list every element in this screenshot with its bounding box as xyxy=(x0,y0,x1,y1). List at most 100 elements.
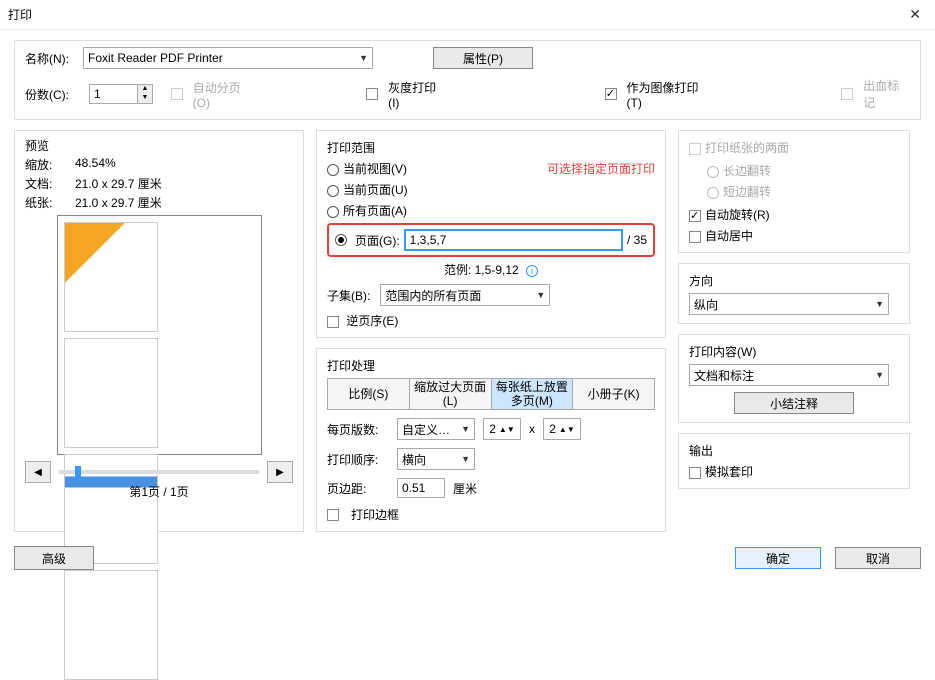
margin-input[interactable] xyxy=(397,478,445,498)
tab-scale[interactable]: 比例(S) xyxy=(328,379,410,409)
subset-label: 子集(B): xyxy=(327,287,370,304)
x-label: x xyxy=(529,422,535,436)
output-title: 输出 xyxy=(689,442,899,459)
preview-canvas xyxy=(57,215,262,455)
zoom-label: 缩放: xyxy=(25,156,65,173)
simulate-overprint-checkbox[interactable] xyxy=(689,467,701,479)
short-edge-radio xyxy=(707,187,719,199)
example-label: 范例: 1,5-9,12 xyxy=(444,263,519,277)
chevron-down-icon: ▼ xyxy=(461,454,470,464)
simulate-overprint-label: 模拟套印 xyxy=(705,465,753,479)
tab-large[interactable]: 缩放过大页面(L) xyxy=(410,379,492,409)
collate-label: 自动分页(O) xyxy=(193,79,257,110)
bleed-label: 出血标记 xyxy=(863,77,910,111)
page-slider[interactable] xyxy=(59,470,259,474)
preview-title: 预览 xyxy=(25,137,293,154)
ok-button[interactable]: 确定 xyxy=(735,547,821,569)
long-edge-radio xyxy=(707,166,719,178)
bleed-checkbox xyxy=(841,88,853,100)
printer-select[interactable]: Foxit Reader PDF Printer ▼ xyxy=(83,47,373,69)
copies-spinner[interactable]: ▲▼ xyxy=(89,84,153,104)
name-label: 名称(N): xyxy=(25,50,83,67)
duplex-panel: 打印纸张的两面 长边翻转 短边翻转 自动旋转(R) 自动居中 xyxy=(678,130,910,253)
duplex-checkbox xyxy=(689,143,701,155)
preview-page xyxy=(64,338,158,448)
pages-radio[interactable] xyxy=(335,234,347,246)
chevron-down-icon: ▼ xyxy=(536,290,545,300)
all-pages-radio[interactable] xyxy=(327,206,339,218)
current-view-label: 当前视图(V) xyxy=(343,162,407,176)
properties-button[interactable]: 属性(P) xyxy=(433,47,533,69)
content-title: 打印内容(W) xyxy=(689,343,899,360)
doc-label: 文档: xyxy=(25,175,65,192)
reverse-checkbox[interactable] xyxy=(327,316,339,328)
summarize-comments-button[interactable]: 小结注释 xyxy=(734,392,854,414)
page-count: 第1页 / 1页 xyxy=(25,483,293,500)
zoom-value: 48.54% xyxy=(75,156,116,173)
reverse-label: 逆页序(E) xyxy=(346,314,398,328)
as-image-label: 作为图像打印(T) xyxy=(627,79,712,110)
current-page-radio[interactable] xyxy=(327,185,339,197)
margin-label: 页边距: xyxy=(327,480,389,497)
current-page-label: 当前页面(U) xyxy=(343,183,408,197)
pages-note: 可选择指定页面打印 xyxy=(547,160,655,177)
range-title: 打印范围 xyxy=(327,139,655,156)
autocenter-checkbox[interactable] xyxy=(689,231,701,243)
custom-value: 自定义… xyxy=(402,421,450,438)
window-title: 打印 xyxy=(8,6,32,23)
order-label: 打印顺序: xyxy=(327,451,389,468)
handling-panel: 打印处理 比例(S) 缩放过大页面(L) 每张纸上放置多页(M) 小册子(K) … xyxy=(316,348,666,532)
advanced-button[interactable]: 高级 xyxy=(14,546,94,570)
info-icon[interactable]: i xyxy=(526,265,538,277)
copies-input[interactable] xyxy=(89,84,137,104)
direction-title: 方向 xyxy=(689,272,899,289)
pages-y-input[interactable]: 2▲▼ xyxy=(543,418,581,440)
tab-multi[interactable]: 每张纸上放置多页(M) xyxy=(492,379,574,409)
handling-title: 打印处理 xyxy=(327,357,655,374)
doc-value: 21.0 x 29.7 厘米 xyxy=(75,175,162,192)
grayscale-checkbox[interactable] xyxy=(366,88,378,100)
direction-panel: 方向 纵向 ▼ xyxy=(678,263,910,324)
slider-thumb[interactable] xyxy=(75,466,81,478)
pages-input[interactable] xyxy=(404,229,623,251)
autocenter-label: 自动居中 xyxy=(705,229,753,243)
cancel-button[interactable]: 取消 xyxy=(835,547,921,569)
content-panel: 打印内容(W) 文档和标注 ▼ 小结注释 xyxy=(678,334,910,423)
pages-total: / 35 xyxy=(627,233,647,247)
border-label: 打印边框 xyxy=(351,506,399,523)
direction-value: 纵向 xyxy=(694,296,718,313)
custom-select[interactable]: 自定义… ▼ xyxy=(397,418,475,440)
chevron-down-icon: ▼ xyxy=(875,370,884,380)
chevron-down-icon: ▼ xyxy=(359,53,368,63)
subset-select[interactable]: 范围内的所有页面 ▼ xyxy=(380,284,550,306)
as-image-checkbox[interactable] xyxy=(605,88,617,100)
prev-page-button[interactable]: ◀ xyxy=(25,461,51,483)
preview-page xyxy=(64,570,158,680)
order-value: 横向 xyxy=(402,451,426,468)
margin-unit: 厘米 xyxy=(453,480,477,497)
copies-label: 份数(C): xyxy=(25,86,83,103)
content-select[interactable]: 文档和标注 ▼ xyxy=(689,364,889,386)
grayscale-label: 灰度打印(I) xyxy=(388,79,446,110)
duplex-label: 打印纸张的两面 xyxy=(705,141,789,155)
content-value: 文档和标注 xyxy=(694,367,754,384)
long-edge-label: 长边翻转 xyxy=(723,164,771,178)
current-view-radio[interactable] xyxy=(327,164,339,176)
spin-up-icon[interactable]: ▲ xyxy=(138,85,152,94)
preview-page xyxy=(64,222,158,332)
pages-label: 页面(G): xyxy=(355,232,400,249)
close-icon[interactable]: ✕ xyxy=(903,4,927,25)
autorotate-label: 自动旋转(R) xyxy=(705,208,770,222)
direction-select[interactable]: 纵向 ▼ xyxy=(689,293,889,315)
next-page-button[interactable]: ▶ xyxy=(267,461,293,483)
printer-select-value: Foxit Reader PDF Printer xyxy=(88,51,223,65)
spin-down-icon[interactable]: ▼ xyxy=(138,94,152,103)
pages-x-input[interactable]: 2▲▼ xyxy=(483,418,521,440)
autorotate-checkbox[interactable] xyxy=(689,210,701,222)
tab-booklet[interactable]: 小册子(K) xyxy=(573,379,654,409)
short-edge-label: 短边翻转 xyxy=(723,185,771,199)
paper-label: 纸张: xyxy=(25,194,65,211)
border-checkbox[interactable] xyxy=(327,509,339,521)
per-page-label: 每页版数: xyxy=(327,421,389,438)
order-select[interactable]: 横向 ▼ xyxy=(397,448,475,470)
